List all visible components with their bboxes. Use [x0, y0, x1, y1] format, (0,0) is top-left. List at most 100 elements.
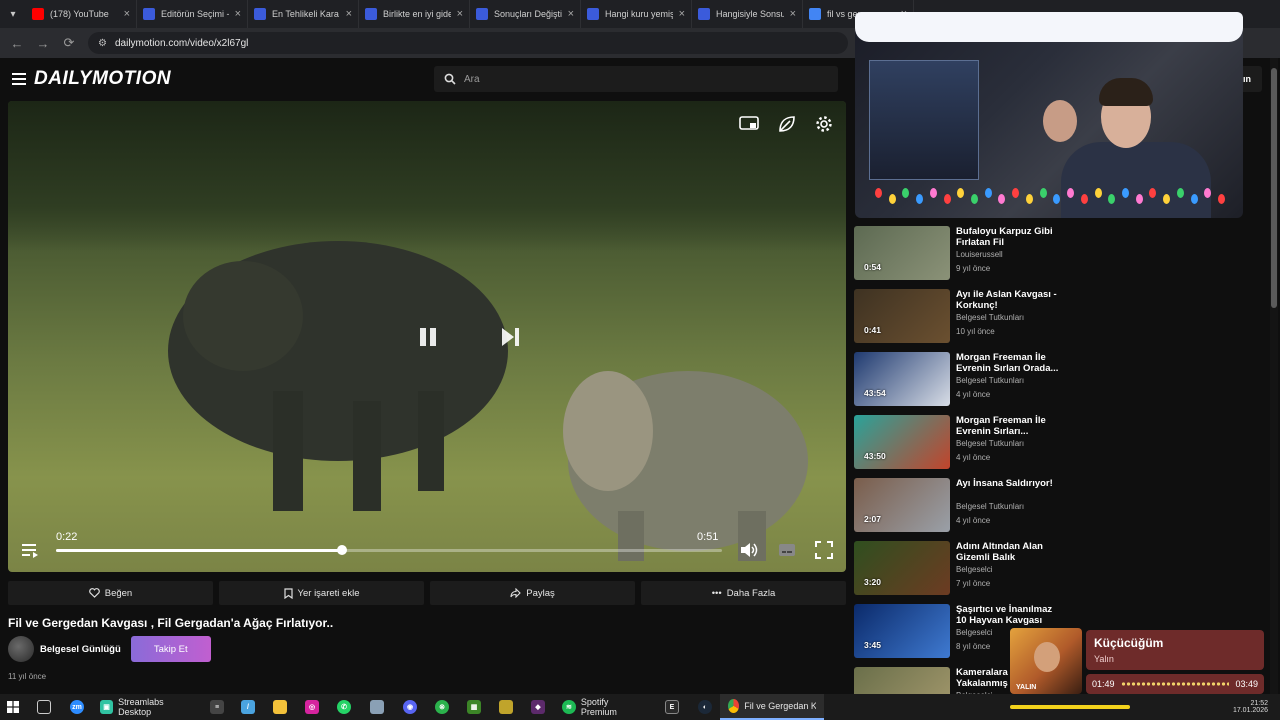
light-bulb [1217, 194, 1225, 204]
browser-tab[interactable]: Hangisiyle Sonsuz × [692, 0, 803, 28]
track-artist: Yalın [1094, 654, 1114, 664]
cast-icon[interactable] [738, 113, 760, 135]
recommended-video[interactable]: 3:20 Adını Altından Alan Gizemli Balık Bel… [854, 539, 1064, 595]
app-icon[interactable] [360, 694, 394, 720]
recommended-video[interactable]: 43:50 Morgan Freeman İle Evrenin Sırları.… [854, 413, 1064, 469]
settings-gear-icon[interactable] [813, 113, 835, 135]
back-icon[interactable]: ← [6, 32, 28, 54]
more-button[interactable]: ••• Daha Fazla [641, 581, 846, 605]
tab-title: Hangi kuru yemiş [605, 9, 673, 19]
discord-icon[interactable]: ◉ [394, 694, 426, 720]
taskbar-app-spotify[interactable]: ≋ Spotify Premium [554, 694, 654, 720]
follow-button[interactable]: Takip Et [130, 636, 211, 662]
subtitles-icon[interactable] [776, 539, 798, 561]
more-dots-icon: ••• [711, 587, 722, 599]
tab-search-dropdown-icon[interactable]: ▾ [0, 0, 26, 28]
browser-tab[interactable]: En Tehlikeli Kara × [248, 0, 359, 28]
video-player[interactable]: 0:22 0:51 [8, 101, 846, 572]
tab-title: Hangisiyle Sonsuz [716, 9, 784, 19]
page-scrollbar[interactable] [1270, 58, 1278, 694]
recommended-title[interactable]: Adını Altından Alan Gizemli Balık [956, 541, 1060, 563]
tab-close-icon[interactable]: × [457, 8, 463, 20]
recommended-video[interactable]: 2:07 Ayı İnsana Saldırıyor! Belgesel Tutku… [854, 476, 1064, 532]
whatsapp-icon[interactable]: ✆ [328, 694, 360, 720]
tab-close-icon[interactable]: × [679, 8, 685, 20]
recommended-title[interactable]: Şaşırtıcı ve İnanılmaz 10 Hayvan Kavgası [956, 604, 1060, 626]
recommended-video[interactable]: 43:54 Morgan Freeman İle Evrenin Sırları … [854, 350, 1064, 406]
recommended-date: 9 yıl önce [956, 264, 991, 273]
chrome-icon [728, 699, 740, 713]
webcam-overlay [855, 12, 1243, 218]
recommended-video[interactable]: 0:41 Ayı ile Aslan Kavgası - Korkunç! Belg… [854, 287, 1064, 343]
twitch-icon[interactable]: ◆ [522, 694, 554, 720]
album-art: YALIN [1010, 628, 1082, 694]
bookmark-button[interactable]: Yer işareti ekle [219, 581, 424, 605]
epic-app-icon[interactable]: ≡ [202, 694, 232, 720]
share-button[interactable]: Paylaş [430, 581, 635, 605]
search-icon[interactable] [444, 73, 456, 85]
epic-games-icon[interactable]: E [654, 694, 690, 720]
reload-icon[interactable]: ⟳ [58, 32, 80, 54]
recommended-title[interactable]: Morgan Freeman İle Evrenin Sırları Orada… [956, 352, 1060, 374]
search-input[interactable] [464, 73, 804, 85]
playlist-icon[interactable] [19, 539, 41, 561]
browser-tab[interactable]: Hangi kuru yemiş × [581, 0, 692, 28]
light-bulb [957, 188, 965, 198]
instagram-icon[interactable]: ◎ [296, 694, 328, 720]
browser-tab[interactable]: (178) YouTube × [26, 0, 137, 28]
progress-bar[interactable] [56, 545, 722, 555]
recommended-title[interactable]: Bufaloyu Karpuz Gibi Fırlatan Fil [956, 226, 1060, 248]
tab-close-icon[interactable]: × [124, 8, 130, 20]
recommended-title[interactable]: Morgan Freeman İle Evrenin Sırları... [956, 415, 1060, 437]
volume-icon[interactable] [738, 539, 760, 561]
channel-name[interactable]: Belgesel Günlüğü [40, 644, 121, 655]
recommended-title[interactable]: Ayı İnsana Saldırıyor! [956, 478, 1060, 489]
taskbar-app-chrome[interactable]: Fil ve Gergedan Kav... [720, 694, 824, 720]
tab-favicon-icon [587, 8, 599, 20]
tab-close-icon[interactable]: × [346, 8, 352, 20]
recommended-duration: 43:50 [864, 451, 886, 461]
taskbar-app-streamlabs[interactable]: ▣ Streamlabs Desktop [92, 694, 202, 720]
steam-icon[interactable]: ◐ [690, 694, 720, 720]
menu-icon[interactable] [12, 73, 26, 85]
recommended-date: 10 yıl önce [956, 327, 995, 336]
light-bulb [888, 194, 896, 204]
tab-close-icon[interactable]: × [235, 8, 241, 20]
like-button[interactable]: Beğen [8, 581, 213, 605]
recommended-title[interactable]: Ayı ile Aslan Kavgası - Korkunç! [956, 289, 1060, 311]
channel-avatar[interactable] [8, 636, 34, 662]
track-elapsed: 01:49 [1092, 679, 1115, 689]
url-field[interactable]: ⚙ dailymotion.com/video/x2l67gl [88, 32, 848, 54]
fullscreen-icon[interactable] [813, 539, 835, 561]
xbox-icon[interactable]: ⊗ [426, 694, 458, 720]
album-art-face [1034, 642, 1060, 672]
tab-favicon-icon [365, 8, 377, 20]
forward-icon[interactable]: → [32, 32, 54, 54]
dailymotion-logo[interactable]: DAILYMOTION [34, 68, 171, 90]
leaf-icon[interactable] [776, 113, 798, 135]
taskbar-app-label: Fil ve Gergedan Kav... [744, 701, 816, 711]
browser-tab[interactable]: Editörün Seçimi - × [137, 0, 248, 28]
scrollbar-thumb[interactable] [1271, 68, 1277, 308]
screen: ▾ (178) YouTube × Editörün Seçimi - × En Teh… [0, 0, 1280, 720]
next-video-icon[interactable] [494, 323, 526, 351]
browser-tab[interactable]: Birlikte en iyi gide × [359, 0, 470, 28]
tab-close-icon[interactable]: × [568, 8, 574, 20]
light-bulb [1204, 188, 1212, 198]
overlay-progress-strip [1010, 705, 1130, 709]
tab-favicon-icon [143, 8, 155, 20]
file-explorer-icon[interactable] [264, 694, 296, 720]
system-tray-clock[interactable]: 21:52 17.01.2026 [1160, 694, 1280, 720]
site-info-icon[interactable]: ⚙ [98, 38, 107, 49]
minecraft-icon[interactable]: ▦ [458, 694, 490, 720]
zoom-app-icon[interactable]: zm [62, 694, 92, 720]
notes-app-icon[interactable]: / [232, 694, 264, 720]
browser-tab[interactable]: Sonuçları Değiştir × [470, 0, 581, 28]
pause-icon[interactable] [412, 323, 444, 351]
album-art-label: YALIN [1016, 684, 1037, 691]
task-view-icon[interactable] [26, 694, 62, 720]
app-yellow-icon[interactable] [490, 694, 522, 720]
recommended-video[interactable]: 0:54 Bufaloyu Karpuz Gibi Fırlatan Fil Lou… [854, 224, 1064, 280]
windows-start-icon[interactable] [0, 694, 26, 720]
tab-close-icon[interactable]: × [790, 8, 796, 20]
